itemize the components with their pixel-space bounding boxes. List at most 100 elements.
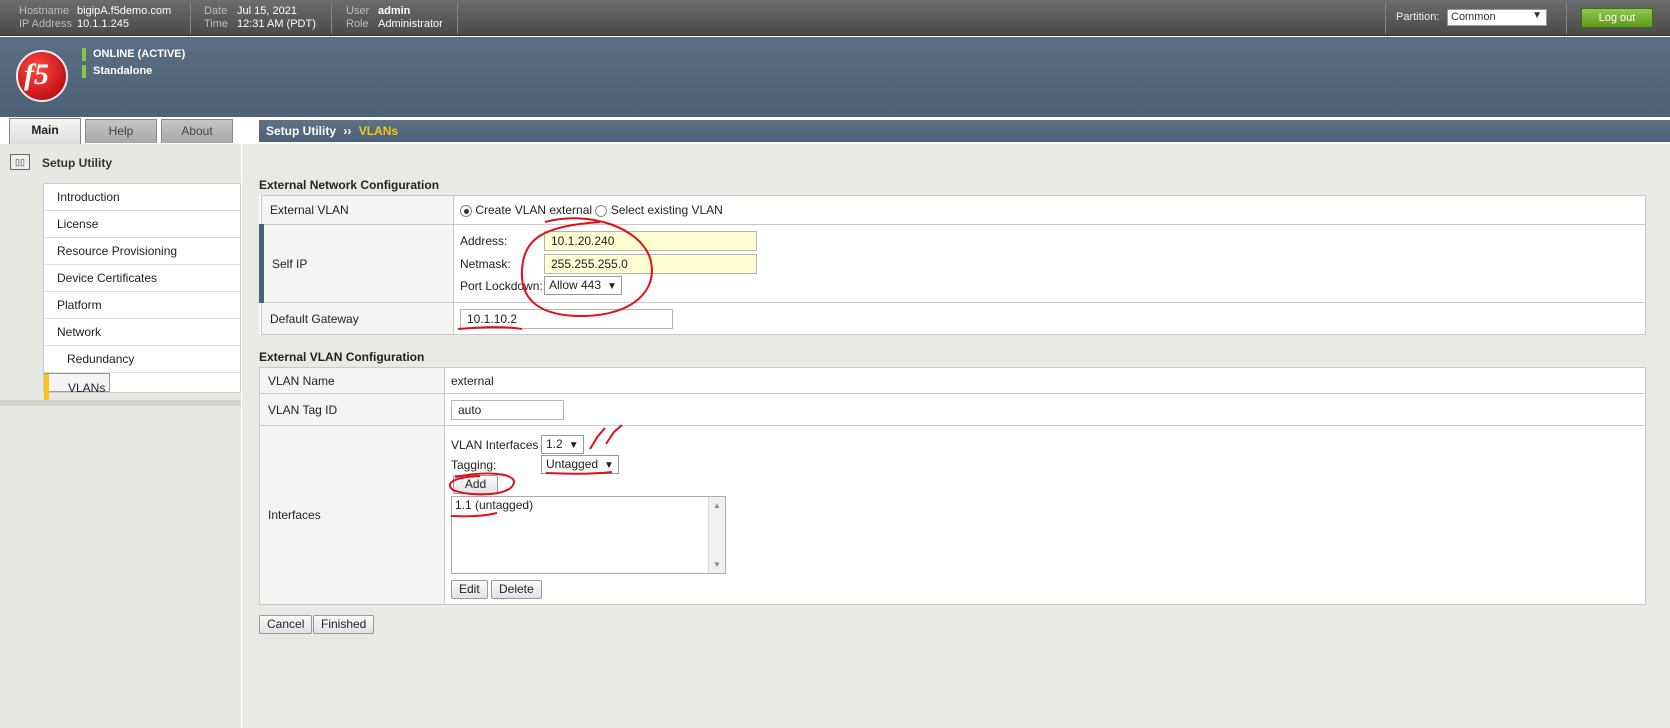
status-indicator (82, 48, 86, 61)
partition-select[interactable]: Common ▼ (1447, 9, 1547, 26)
chevron-down-icon: ▼ (604, 460, 614, 471)
section-title-external-network: External Network Configuration (259, 178, 440, 192)
ip-label: IP Address (19, 18, 72, 30)
breadcrumb-parent[interactable]: Setup Utility (266, 124, 336, 138)
divider (1385, 3, 1386, 33)
external-vlan-field: Create VLAN external Select existing VLA… (453, 195, 1646, 225)
vlan-tag-input[interactable]: auto (451, 399, 564, 420)
sidebar-item-network[interactable]: Network (44, 319, 240, 346)
hostname-value: bigipA.f5demo.com (77, 5, 172, 17)
address-label: Address: (460, 234, 508, 248)
partition-value: Common (1451, 11, 1496, 23)
divider (331, 3, 332, 33)
tab-about[interactable]: About (161, 119, 233, 143)
ip-value: 10.1.1.245 (77, 18, 129, 30)
sidebar-header: ▯▯ Setup Utility (0, 144, 241, 178)
time-label: Time (204, 18, 229, 30)
port-lockdown-value: Allow 443 (549, 278, 602, 292)
chevron-down-icon: ▼ (607, 281, 617, 292)
tab-help[interactable]: Help (85, 119, 157, 143)
list-item[interactable]: 1.1 (untagged) (452, 497, 725, 513)
user-label: User (346, 5, 370, 17)
top-info-bar: Hostname bigipA.f5demo.com IP Address 10.1… (0, 0, 1670, 36)
vlan-interfaces-value: 1.2 (546, 437, 563, 451)
vlan-name-value: external (444, 367, 1646, 394)
list-scrollbar[interactable]: ▲ ▼ (708, 497, 725, 573)
vlan-interfaces-select[interactable]: 1.2 ▼ (541, 435, 584, 454)
external-network-table: External VLAN Create VLAN external Selec… (259, 195, 1646, 335)
finished-button[interactable]: Finished (313, 615, 375, 634)
scroll-down-icon[interactable]: ▼ (713, 560, 721, 569)
sidebar-item-resource-provisioning[interactable]: Resource Provisioning (44, 238, 240, 265)
time-value: 12:31 AM (PDT) (237, 18, 316, 30)
status-mode: Standalone (93, 65, 153, 77)
create-vlan-label[interactable]: Create VLAN external (475, 203, 592, 217)
default-gateway-input[interactable]: 10.1.10.2 (460, 308, 673, 329)
sidebar-item-introduction[interactable]: Introduction (44, 184, 240, 211)
port-lockdown-label: Port Lockdown: (460, 279, 543, 293)
external-vlan-label: External VLAN (261, 195, 454, 225)
scroll-up-icon[interactable]: ▲ (713, 501, 721, 510)
default-gateway-label: Default Gateway (261, 302, 454, 335)
chevron-down-icon: ▼ (568, 440, 579, 451)
edit-button[interactable]: Edit (451, 580, 488, 599)
section-title-external-vlan: External VLAN Configuration (259, 350, 425, 364)
header-band (0, 37, 1670, 117)
select-vlan-label[interactable]: Select existing VLAN (611, 203, 723, 217)
divider (1566, 3, 1567, 33)
tab-main[interactable]: Main (9, 118, 81, 144)
netmask-label: Netmask: (460, 257, 511, 271)
netmask-input[interactable]: 255.255.255.0 (544, 254, 757, 274)
user-value: admin (378, 5, 411, 17)
divider (190, 3, 191, 33)
role-value: Administrator (378, 18, 443, 30)
date-value: Jul 15, 2021 (237, 5, 297, 17)
host-info: Hostname bigipA.f5demo.com IP Address 10.1… (19, 5, 171, 31)
delete-button[interactable]: Delete (491, 580, 542, 599)
chevron-down-icon: ▼ (1532, 10, 1542, 21)
sidebar-item-license[interactable]: License (44, 211, 240, 238)
cancel-button[interactable]: Cancel (259, 615, 313, 634)
vlan-tag-label: VLAN Tag ID (259, 393, 445, 426)
datetime-info: Date Jul 15, 2021 Time 12:31 AM (PDT) (204, 5, 316, 31)
tagging-select[interactable]: Untagged ▼ (541, 455, 619, 474)
vlan-interfaces-label: VLAN Interfaces (451, 438, 539, 452)
logo-text: f5 (24, 58, 49, 91)
mode-indicator (82, 65, 86, 78)
self-ip-field: Address: 10.1.20.240 Netmask: 255.255.25… (453, 224, 1646, 303)
interfaces-label: Interfaces (259, 425, 445, 605)
hostname-label: Hostname (19, 5, 70, 17)
setup-utility-icon: ▯▯ (10, 154, 30, 170)
partition-label: Partition: (1396, 11, 1440, 23)
date-label: Date (204, 5, 228, 17)
create-vlan-radio[interactable] (460, 204, 472, 217)
sidebar-item-redundancy[interactable]: Redundancy (44, 346, 240, 373)
breadcrumb-separator: ›› (343, 124, 352, 138)
breadcrumb: Setup Utility ›› VLANs (259, 120, 1670, 142)
external-vlan-table: VLAN Name external VLAN Tag ID auto Inte… (259, 367, 1646, 605)
role-label: Role (346, 18, 369, 30)
tagging-label: Tagging: (451, 458, 497, 472)
status-online: ONLINE (ACTIVE) (93, 48, 186, 60)
sidebar-item-device-certificates[interactable]: Device Certificates (44, 265, 240, 292)
vlan-name-label: VLAN Name (259, 367, 445, 394)
sidebar: ▯▯ Setup Utility Introduction License Re… (0, 144, 241, 728)
sidebar-footer (0, 400, 241, 406)
divider (457, 3, 458, 33)
f5-logo: f5 (16, 50, 68, 102)
sidebar-item-platform[interactable]: Platform (44, 292, 240, 319)
sidebar-item-vlans[interactable]: VLANs (44, 373, 111, 400)
port-lockdown-select[interactable]: Allow 443 ▼ (544, 276, 622, 295)
self-ip-label: Self IP (259, 224, 454, 303)
logout-button[interactable]: Log out (1581, 8, 1653, 28)
tagging-value: Untagged (546, 457, 599, 471)
user-info: User admin Role Administrator (346, 5, 443, 31)
sidebar-title[interactable]: Setup Utility (42, 156, 112, 170)
interfaces-list[interactable]: 1.1 (untagged) ▲ ▼ (451, 496, 726, 574)
select-vlan-radio[interactable] (595, 204, 608, 217)
sidebar-nav: Introduction License Resource Provisioni… (43, 183, 241, 400)
address-input[interactable]: 10.1.20.240 (544, 231, 757, 251)
breadcrumb-current: VLANs (358, 124, 399, 138)
interfaces-field: VLAN Interfaces 1.2 ▼ Tagging: Untagged ▼ … (444, 425, 1646, 605)
add-button[interactable]: Add (453, 475, 498, 494)
